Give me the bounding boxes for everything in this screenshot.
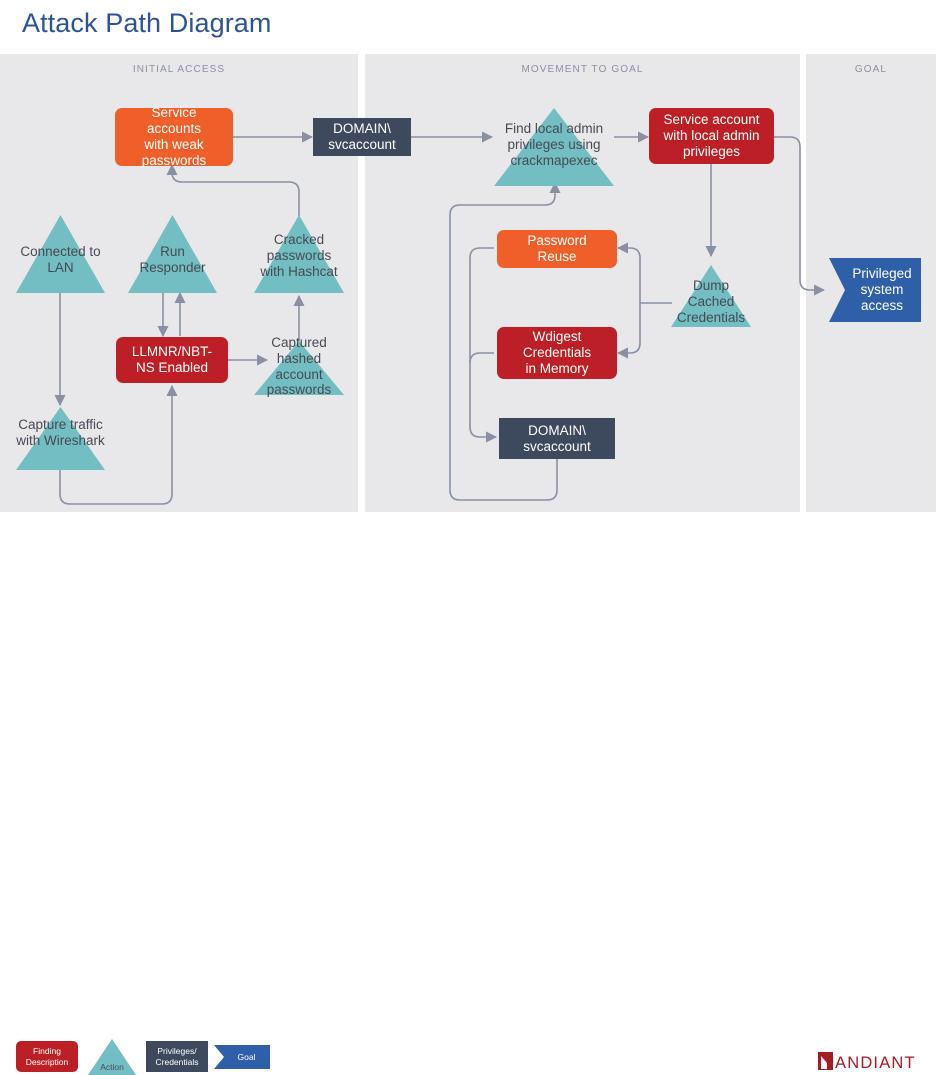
node-line: privileges (682, 143, 741, 159)
node-run-responder[interactable]: Run Responder (128, 215, 217, 293)
node-label: Dump Cached Credentials (671, 278, 751, 325)
legend-line: Credentials (155, 1056, 199, 1067)
node-privileged-system-access[interactable]: Privileged system access (829, 258, 921, 322)
lane-label-initial-access: INITIAL ACCESS (132, 64, 226, 75)
node-line: passwords (266, 382, 332, 398)
node-domain-svcaccount-top[interactable]: DOMAIN\ svcaccount (313, 118, 411, 156)
node-line: Dump (692, 278, 729, 293)
lane-label-movement-to-goal: MOVEMENT TO GOAL (521, 64, 644, 75)
node-line: Service account (663, 112, 760, 128)
node-dump-cached-credentials[interactable]: Dump Cached Credentials (671, 265, 751, 327)
node-label: Run Responder (128, 244, 217, 276)
node-line: DOMAIN\ (333, 121, 391, 137)
node-line: with local admin (663, 128, 760, 144)
node-capture-traffic-wireshark[interactable]: Capture traffic with Wireshark (16, 407, 105, 470)
node-label: Captured hashed account passwords (254, 335, 344, 398)
node-line: Credentials (522, 345, 592, 361)
node-line: system (860, 282, 904, 298)
node-line: Service accounts (146, 105, 202, 137)
node-line: with Hashcat (260, 263, 338, 279)
legend-item-finding-description: Finding Description (16, 1041, 78, 1072)
node-label: Find local admin privileges using crackm… (494, 121, 614, 168)
mandiant-logo: ANDIANT (818, 1050, 922, 1072)
node-line: Privileged (852, 266, 912, 282)
node-connected-to-lan[interactable]: Connected to LAN (16, 215, 105, 293)
node-line: Password (527, 233, 587, 249)
node-line: NS Enabled (135, 360, 209, 375)
node-label: Cracked passwords with Hashcat (254, 232, 344, 279)
node-line: Run (160, 244, 185, 259)
node-find-local-admin-privileges[interactable]: Find local admin privileges using crackm… (494, 108, 614, 186)
node-line: passwords (141, 152, 207, 168)
node-service-accounts-weak-passwords[interactable]: Service accounts with weak passwords (115, 105, 233, 168)
node-line: Connected (20, 244, 86, 259)
node-line: Cracked (273, 232, 325, 247)
node-line: passwords (266, 247, 332, 263)
node-service-account-local-admin[interactable]: Service account with local admin privile… (649, 108, 774, 164)
node-line: Captured (271, 335, 327, 350)
mandiant-logo-text: ANDIANT (835, 1054, 916, 1072)
node-captured-hashed-passwords[interactable]: Captured hashed account passwords (254, 335, 344, 397)
legend-line: Description (25, 1056, 69, 1067)
legend-line: Action (100, 1062, 124, 1072)
legend-item-action: Action (88, 1039, 136, 1075)
node-line: Reuse (537, 249, 577, 264)
lane-label-goal: GOAL (854, 64, 888, 75)
legend-item-goal: Goal (214, 1045, 270, 1069)
mandiant-logo-mark: ANDIANT (818, 1052, 916, 1072)
legend: Finding Description Action Privileges/ C… (0, 512, 936, 1075)
node-line: crackmapexec (510, 152, 598, 168)
node-line: Wireshark (44, 432, 105, 448)
node-label: Capture traffic with Wireshark (16, 417, 105, 449)
page-title: Attack Path Diagram (22, 8, 272, 38)
legend-line: Goal (237, 1052, 256, 1062)
node-line: Responder (139, 259, 206, 275)
node-line: in Memory (525, 360, 589, 376)
node-line: svcaccount (523, 438, 591, 454)
node-line: with weak (144, 137, 204, 152)
node-label: Connected to LAN (16, 244, 105, 276)
node-line: account (275, 366, 323, 382)
node-line: hashed (276, 350, 322, 366)
node-line: Wdigest (532, 329, 582, 345)
node-wdigest-credentials-memory[interactable]: Wdigest Credentials in Memory (497, 327, 617, 379)
node-line: Find local admin (504, 121, 604, 136)
node-line: Capture (18, 417, 67, 432)
legend-line: Privileges/ (157, 1046, 197, 1057)
node-line: DOMAIN\ (528, 422, 586, 438)
node-cracked-passwords-hashcat[interactable]: Cracked passwords with Hashcat (254, 215, 344, 293)
legend-line: Finding (33, 1046, 61, 1057)
node-line: LLMNR/NBT- (131, 344, 213, 360)
node-line: access (860, 297, 904, 313)
attack-path-diagram: Attack Path Diagram INITIAL ACCESS MOVEM… (0, 0, 936, 1075)
legend-item-privileges-credentials: Privileges/ Credentials (146, 1041, 208, 1072)
node-domain-svcaccount-mid[interactable]: DOMAIN\ svcaccount (499, 418, 615, 459)
node-line: svcaccount (328, 137, 396, 152)
node-line: Cached (687, 293, 735, 309)
node-llmnr-nbtns-enabled[interactable]: LLMNR/NBT- NS Enabled (116, 337, 228, 383)
node-label: Privileged system access (829, 266, 921, 314)
node-line: Credentials (676, 309, 746, 325)
node-line: privileges using (507, 136, 601, 152)
node-password-reuse[interactable]: Password Reuse (497, 230, 617, 268)
